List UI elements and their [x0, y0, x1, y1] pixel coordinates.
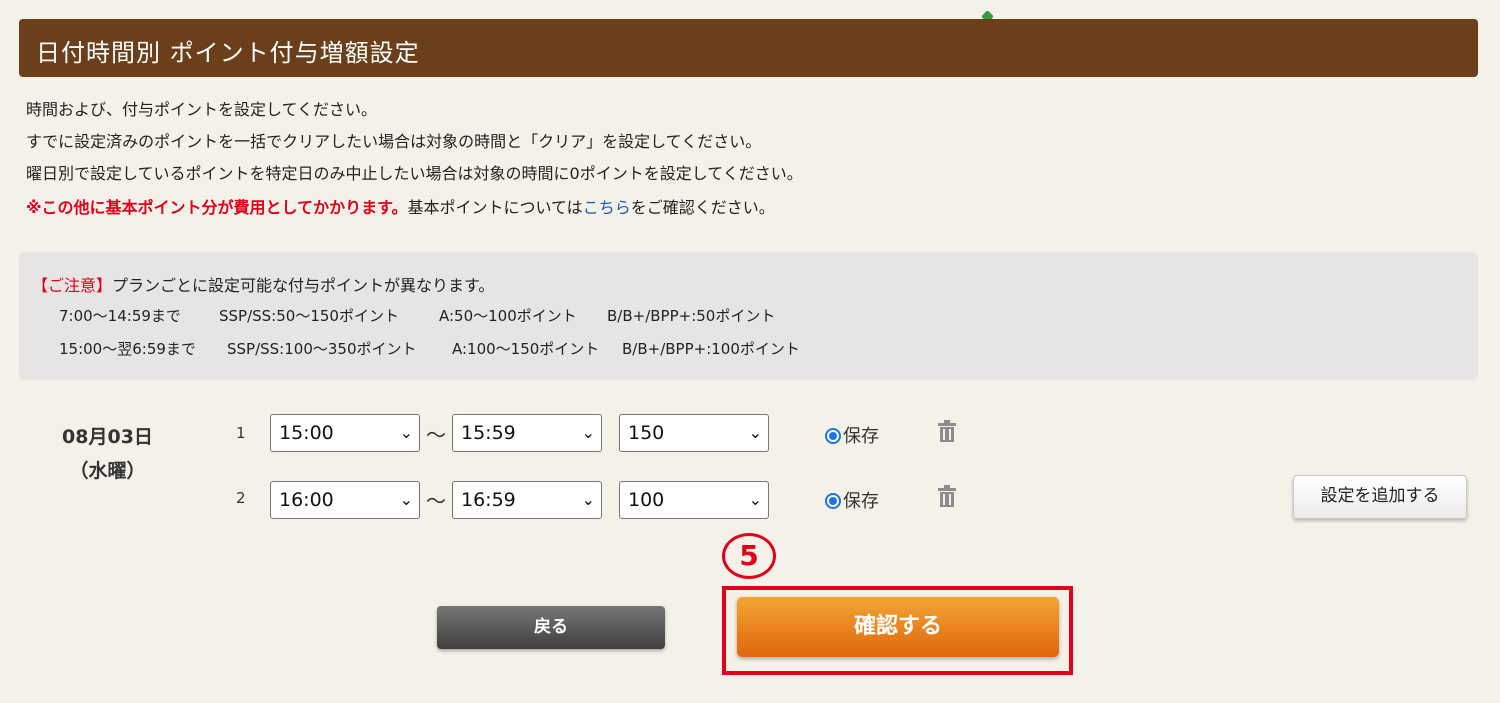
save-label: 保存: [843, 426, 879, 447]
notice-text: プランごとに設定可能な付与ポイントが異なります。: [112, 276, 495, 295]
description-warning: ※この他に基本ポイント分が費用としてかかります。基本ポイントについてはこちらをご…: [26, 194, 775, 218]
notice-row: 15:00〜翌6:59まで SSP/SS:100〜350ポイント A:100〜150…: [59, 338, 800, 359]
start-time-select[interactable]: 15:00 ⌄: [270, 414, 420, 452]
notice-label: 【ご注意】: [32, 276, 113, 295]
page-header: 日付時間別 ポイント付与増額設定: [19, 19, 1478, 77]
page-title: 日付時間別 ポイント付与増額設定: [36, 39, 420, 67]
points-select[interactable]: 100 ⌄: [619, 481, 769, 519]
save-label: 保存: [843, 491, 879, 512]
weekday-label: （水曜）: [69, 460, 146, 482]
start-time-value: 15:00: [279, 422, 334, 444]
start-time-value: 16:00: [279, 489, 334, 511]
start-time-select[interactable]: 16:00 ⌄: [270, 481, 420, 519]
chevron-down-icon: ⌄: [581, 423, 595, 442]
notice-ssp: SSP/SS:100〜350ポイント: [227, 340, 417, 358]
warning-text: 基本ポイントについては: [407, 198, 583, 217]
confirm-button[interactable]: 確認する: [737, 597, 1059, 657]
range-separator: 〜: [426, 489, 446, 513]
points-value: 150: [628, 422, 665, 444]
save-radio[interactable]: 保存: [825, 487, 879, 513]
warning-strong-text: ※この他に基本ポイント分が費用としてかかります。: [26, 198, 408, 217]
trash-icon[interactable]: [938, 420, 956, 442]
basic-points-link[interactable]: こちら: [583, 198, 631, 217]
add-setting-button[interactable]: 設定を追加する: [1293, 475, 1467, 519]
notice-b: B/B+/BPP+:100ポイント: [622, 340, 800, 358]
description-line-2: すでに設定済みのポイントを一括でクリアしたい場合は対象の時間と「クリア」を設定し…: [26, 132, 762, 151]
back-button[interactable]: 戻る: [437, 606, 665, 649]
chevron-down-icon: ⌄: [581, 490, 595, 509]
notice-box: 【ご注意】プランごとに設定可能な付与ポイントが異なります。 7:00〜14:59…: [19, 252, 1478, 380]
chevron-down-icon: ⌄: [748, 490, 762, 509]
notice-time: 15:00〜翌6:59まで: [59, 340, 196, 358]
range-separator: 〜: [426, 423, 446, 447]
description-line-3: 曜日別で設定しているポイントを特定日のみ中止したい場合は対象の時間に0ポイントを…: [26, 164, 803, 183]
date-label: 08月03日: [62, 426, 153, 448]
description-line-1: 時間および、付与ポイントを設定してください。: [26, 100, 378, 119]
end-time-value: 16:59: [461, 489, 516, 511]
end-time-select[interactable]: 15:59 ⌄: [452, 414, 602, 452]
end-time-value: 15:59: [461, 422, 516, 444]
notice-a: A:100〜150ポイント: [452, 340, 600, 358]
row-number: 1: [236, 424, 246, 442]
notice-heading: 【ご注意】プランごとに設定可能な付与ポイントが異なります。: [32, 272, 494, 296]
chevron-down-icon: ⌄: [399, 423, 413, 442]
notice-b: B/B+/BPP+:50ポイント: [607, 307, 776, 325]
points-value: 100: [628, 489, 665, 511]
chevron-down-icon: ⌄: [399, 490, 413, 509]
notice-row: 7:00〜14:59まで SSP/SS:50〜150ポイント A:50〜100ポイン…: [59, 305, 775, 326]
step-number-annotation: 5: [722, 533, 776, 579]
trash-icon[interactable]: [938, 485, 956, 507]
chevron-down-icon: ⌄: [748, 423, 762, 442]
radio-selected-icon[interactable]: [825, 493, 841, 509]
points-select[interactable]: 150 ⌄: [619, 414, 769, 452]
save-radio[interactable]: 保存: [825, 422, 879, 448]
warning-text-end: をご確認ください。: [630, 198, 775, 217]
notice-a: A:50〜100ポイント: [439, 307, 577, 325]
schedule-date: 08月03日 （水曜）: [50, 420, 165, 488]
radio-selected-icon[interactable]: [825, 428, 841, 444]
notice-ssp: SSP/SS:50〜150ポイント: [219, 307, 399, 325]
end-time-select[interactable]: 16:59 ⌄: [452, 481, 602, 519]
notice-time: 7:00〜14:59まで: [59, 307, 181, 325]
row-number: 2: [236, 489, 246, 507]
